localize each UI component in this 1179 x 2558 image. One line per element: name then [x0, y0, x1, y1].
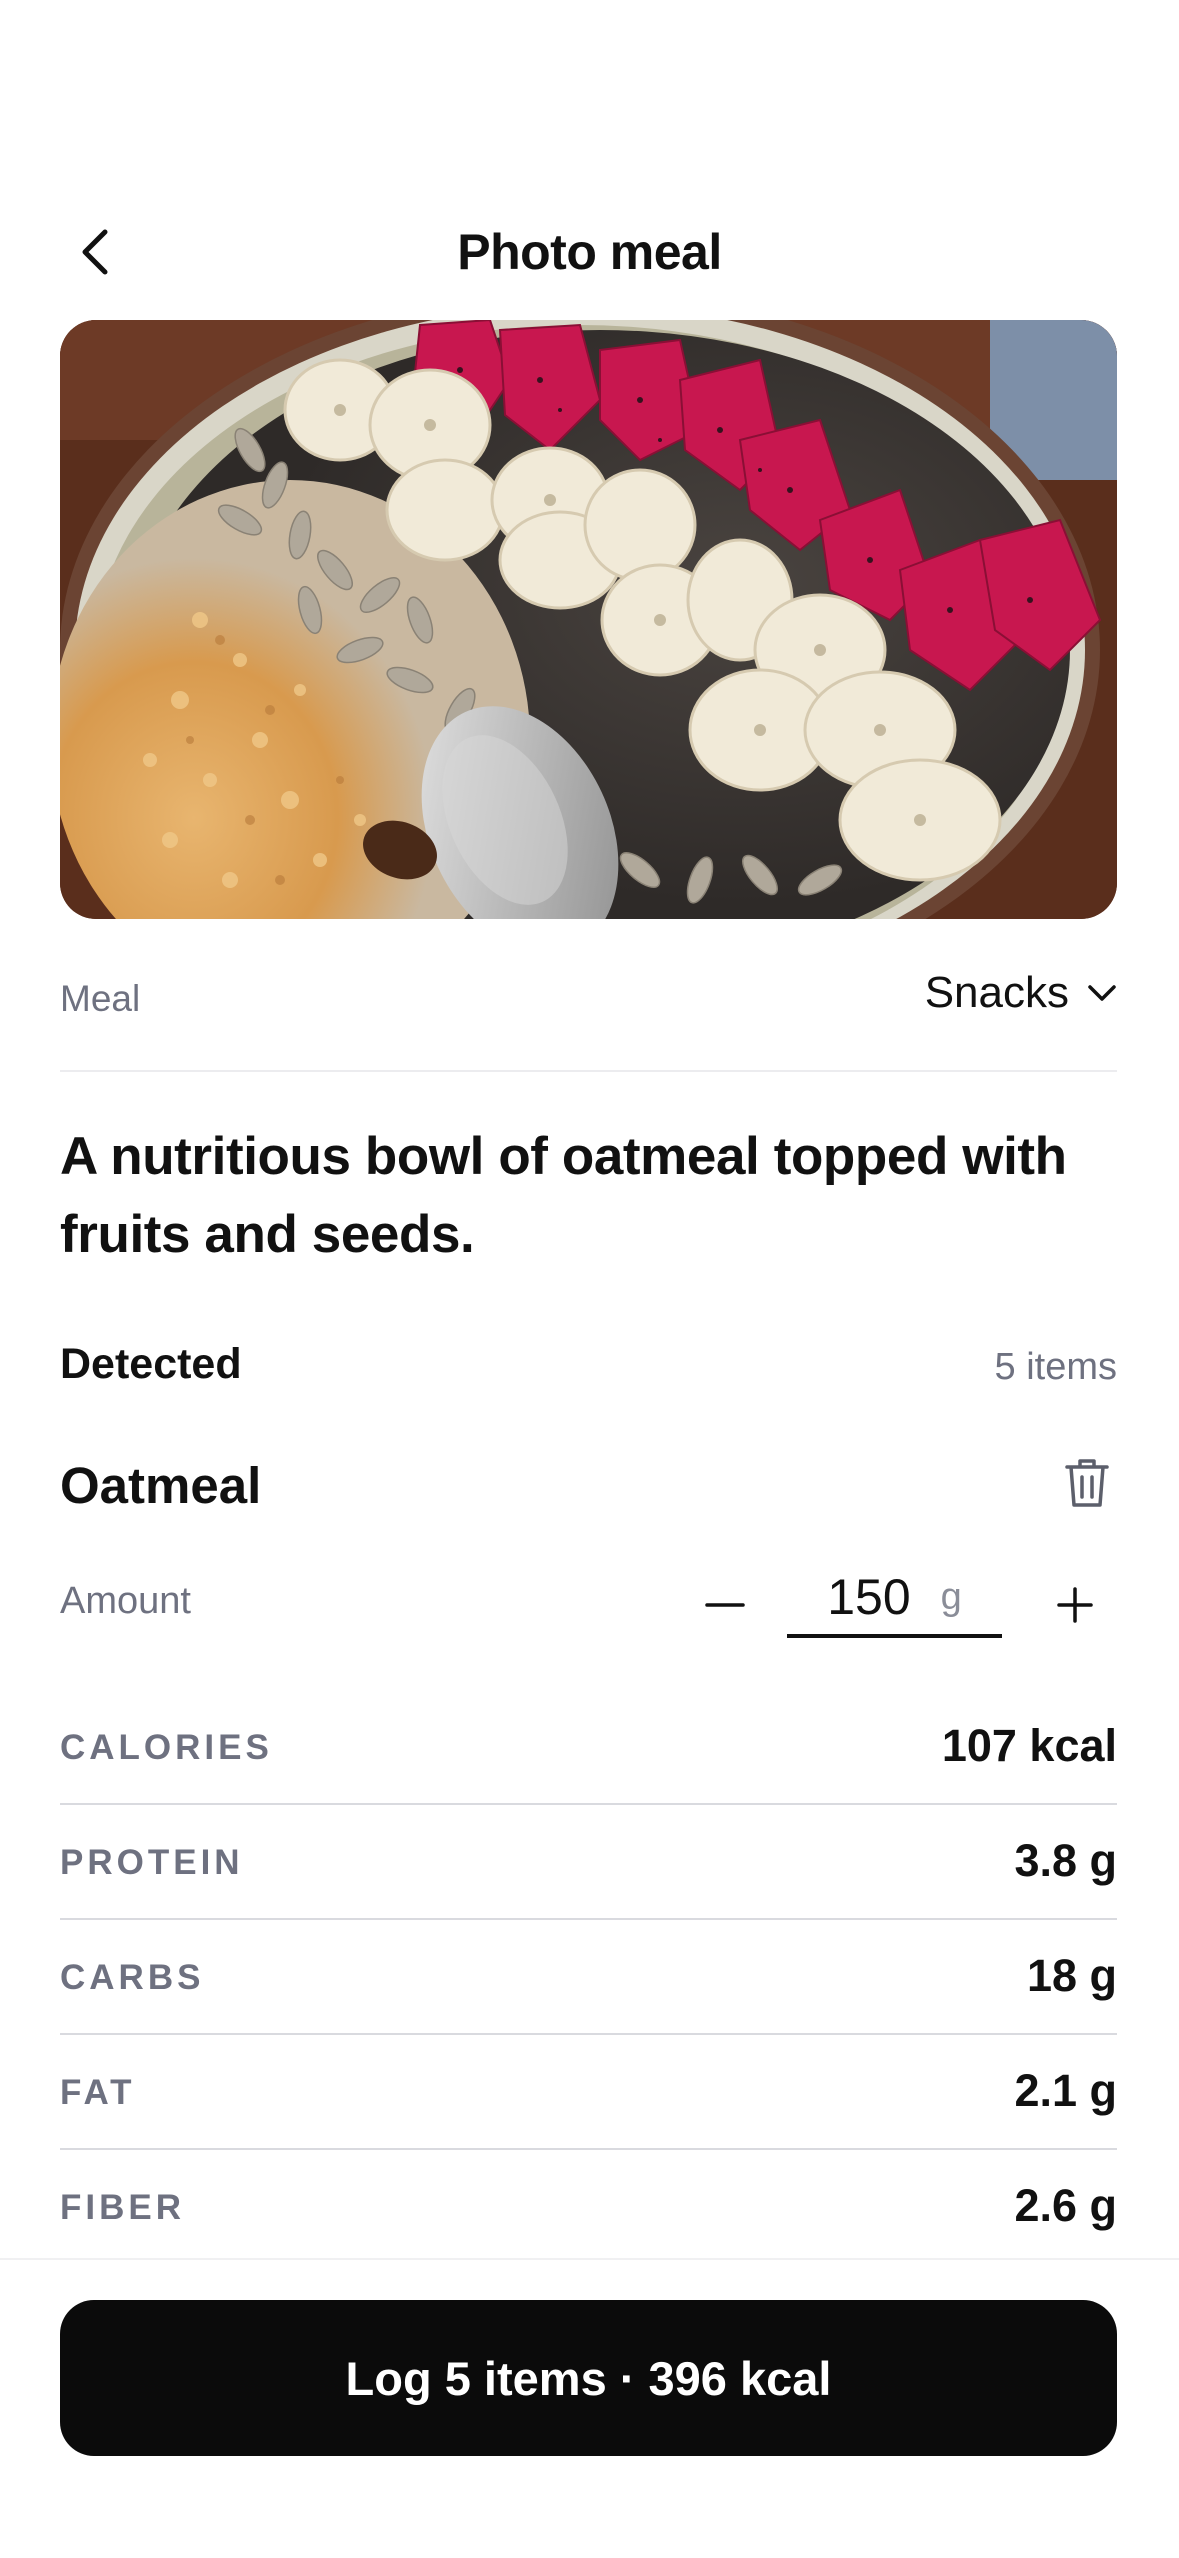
detected-count: 5 items — [994, 1346, 1117, 1388]
trash-icon — [1065, 1459, 1109, 1507]
nutrient-name: PROTEIN — [60, 1843, 244, 1882]
nutrient-value: 2.1 g — [1014, 2065, 1117, 2116]
nutrient-name: CARBS — [60, 1958, 205, 1997]
nutrient-value: 3.8 g — [1014, 1835, 1117, 1886]
meal-dropdown[interactable]: Snacks — [925, 968, 1117, 1018]
food-item-header: Oatmeal — [60, 1448, 1117, 1528]
chevron-down-icon — [1088, 985, 1116, 1001]
food-item-name: Oatmeal — [60, 1457, 262, 1514]
nutrient-value: 18 g — [1026, 1950, 1117, 2001]
detected-header: Detected 5 items — [60, 1340, 1117, 1400]
nutrient-name: FAT — [60, 2073, 136, 2112]
meal-label: Meal — [60, 978, 141, 1019]
nutrient-row-calories: CALORIES 107 kcal — [60, 1690, 1117, 1805]
bottom-action-bar: Log 5 items · 396 kcal — [0, 2258, 1179, 2558]
nutrient-row-carbs: CARBS 18 g — [60, 1920, 1117, 2035]
nutrient-row-fat: FAT 2.1 g — [60, 2035, 1117, 2150]
nutrient-value: 107 kcal — [941, 1720, 1117, 1771]
nutrient-value: 2.6 g — [1014, 2180, 1117, 2231]
amount-input[interactable]: 150 g — [787, 1560, 1002, 1638]
plus-icon — [1057, 1587, 1093, 1623]
nutrient-list: CALORIES 107 kcal PROTEIN 3.8 g CARBS 18… — [60, 1690, 1117, 2263]
meal-photo — [60, 320, 1117, 919]
meal-description: A nutritious bowl of oatmeal topped with… — [60, 1127, 1067, 1264]
log-items-button[interactable]: Log 5 items · 396 kcal — [60, 2300, 1117, 2456]
delete-item-button[interactable] — [1057, 1448, 1117, 1518]
increase-amount-button[interactable] — [1035, 1570, 1115, 1640]
amount-row: Amount 150 g — [60, 1560, 1117, 1640]
decrease-amount-button[interactable] — [685, 1570, 765, 1640]
nutrient-name: FIBER — [60, 2188, 185, 2227]
detected-label: Detected — [60, 1340, 242, 1388]
minus-icon — [705, 1603, 745, 1607]
page-title: Photo meal — [457, 224, 722, 280]
meal-value: Snacks — [924, 968, 1069, 1017]
nutrient-name: CALORIES — [60, 1728, 273, 1767]
nutrient-row-fiber: FIBER 2.6 g — [60, 2150, 1117, 2263]
header: Photo meal — [0, 205, 1179, 295]
amount-label: Amount — [60, 1580, 191, 1622]
meal-selector-row: Meal Snacks — [60, 960, 1117, 1072]
amount-unit: g — [940, 1575, 962, 1618]
amount-value: 150 — [827, 1569, 911, 1625]
nutrient-row-protein: PROTEIN 3.8 g — [60, 1805, 1117, 1920]
